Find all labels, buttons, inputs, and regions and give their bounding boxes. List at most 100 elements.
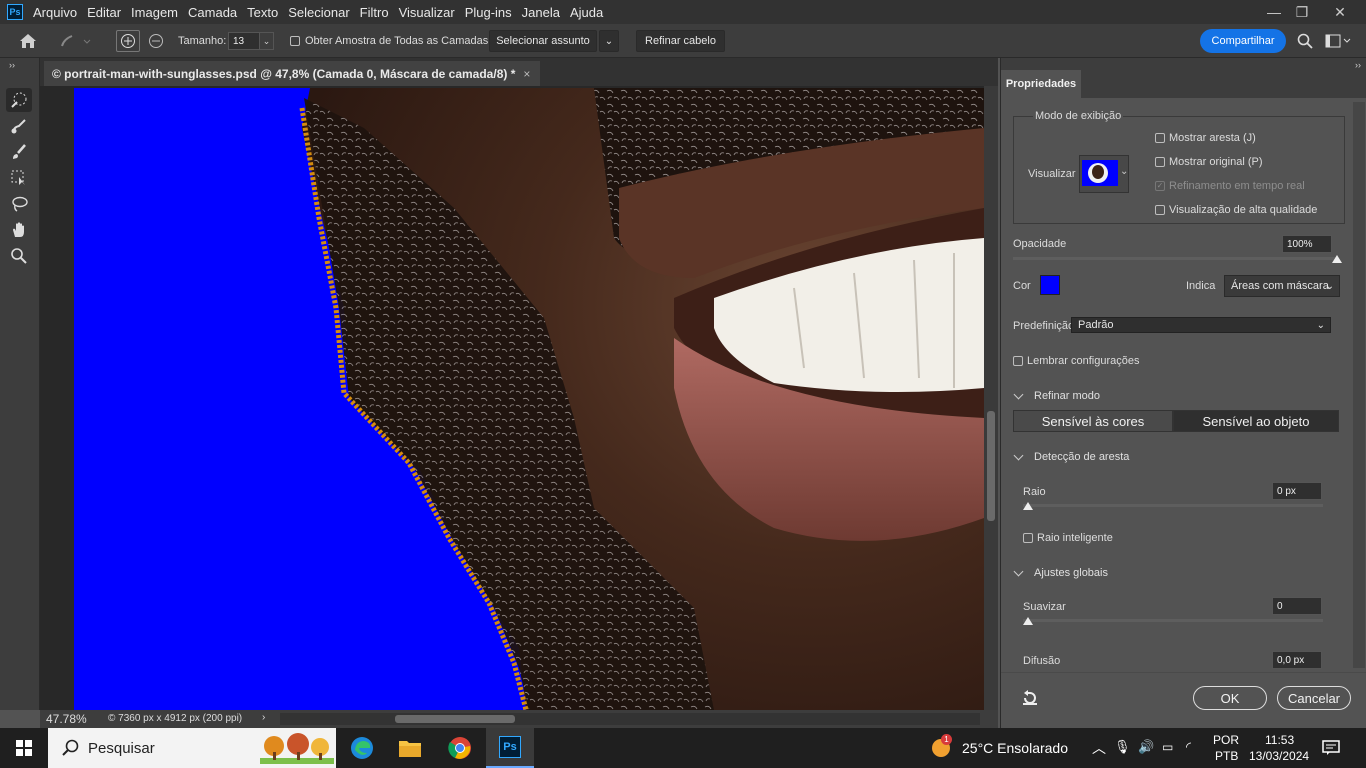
properties-scrollbar[interactable] bbox=[1353, 102, 1365, 668]
volume-icon[interactable]: 🔊 bbox=[1138, 739, 1154, 755]
zoom-level[interactable]: 47.78% bbox=[46, 712, 87, 726]
menu-texto[interactable]: Texto bbox=[247, 5, 278, 20]
panel-collapse-icon[interactable]: ›› bbox=[1351, 60, 1365, 70]
smart-radius-checkbox[interactable] bbox=[1023, 533, 1033, 543]
notifications-icon[interactable] bbox=[1322, 740, 1340, 756]
remember-settings-checkbox[interactable] bbox=[1013, 356, 1023, 366]
show-hidden-icons-icon[interactable]: ︿ bbox=[1092, 738, 1106, 758]
brush-preset-icon[interactable] bbox=[56, 30, 96, 52]
document-info: © 7360 px x 4912 px (200 ppi) bbox=[108, 713, 243, 724]
zoom-tool-icon[interactable] bbox=[6, 244, 32, 268]
photoshop-taskbar-icon[interactable]: Ps bbox=[486, 728, 534, 768]
sample-all-layers-checkbox[interactable] bbox=[290, 36, 300, 46]
restore-icon[interactable]: ❐ bbox=[1284, 0, 1320, 24]
smooth-input[interactable]: 0 bbox=[1272, 597, 1322, 615]
color-label: Cor bbox=[1013, 280, 1031, 292]
clock-time[interactable]: 11:53 bbox=[1265, 733, 1294, 747]
menu-imagem[interactable]: Imagem bbox=[131, 5, 178, 20]
show-original-checkbox[interactable] bbox=[1155, 157, 1165, 167]
preset-label: Predefinição bbox=[1013, 320, 1075, 332]
clock-date[interactable]: 13/03/2024 bbox=[1249, 749, 1309, 763]
workspace-icon[interactable] bbox=[1324, 32, 1352, 50]
battery-icon[interactable]: ▭ bbox=[1162, 740, 1173, 754]
ok-button[interactable]: OK bbox=[1193, 686, 1267, 710]
expand-collapse-icon[interactable]: ›› bbox=[4, 60, 20, 70]
radius-slider-thumb[interactable] bbox=[1023, 502, 1033, 510]
opacity-slider-track[interactable] bbox=[1013, 257, 1337, 260]
home-icon[interactable] bbox=[16, 30, 40, 52]
weather-badge: 1 bbox=[941, 734, 952, 745]
radius-slider-track[interactable] bbox=[1023, 504, 1323, 507]
weather-text[interactable]: 25°C Ensolarado bbox=[962, 740, 1068, 756]
edge-browser-icon[interactable] bbox=[338, 728, 386, 768]
weather-icon[interactable]: 1 bbox=[932, 734, 952, 757]
overlay-color-swatch[interactable] bbox=[1040, 275, 1060, 295]
smooth-slider-thumb[interactable] bbox=[1023, 617, 1033, 625]
canvas-area[interactable] bbox=[40, 86, 984, 710]
menu-visualizar[interactable]: Visualizar bbox=[399, 5, 455, 20]
chrome-browser-icon[interactable] bbox=[436, 728, 484, 768]
vertical-scrollbar-thumb[interactable] bbox=[987, 411, 995, 521]
menu-plugins[interactable]: Plug-ins bbox=[465, 5, 512, 20]
vertical-scrollbar[interactable] bbox=[984, 86, 998, 710]
taskbar-search-box[interactable]: Pesquisar bbox=[48, 728, 336, 768]
language-secondary[interactable]: PTB bbox=[1215, 749, 1238, 763]
info-chevron-icon[interactable]: › bbox=[262, 712, 265, 723]
preset-dropdown[interactable]: Padrão ⌄ bbox=[1071, 317, 1331, 333]
brush-tool-icon[interactable] bbox=[6, 140, 32, 164]
menu-selecionar[interactable]: Selecionar bbox=[288, 5, 349, 20]
reset-icon[interactable] bbox=[1019, 688, 1041, 708]
refine-mode-header[interactable]: Refinar modo bbox=[1013, 389, 1100, 402]
smooth-slider-track[interactable] bbox=[1023, 619, 1323, 622]
menu-janela[interactable]: Janela bbox=[522, 5, 560, 20]
tab-properties[interactable]: Propriedades bbox=[1001, 70, 1081, 98]
menu-camada[interactable]: Camada bbox=[188, 5, 237, 20]
close-icon[interactable]: ✕ bbox=[1322, 0, 1358, 24]
meet-now-icon[interactable]: 🎙 bbox=[1114, 739, 1131, 755]
high-quality-checkbox[interactable] bbox=[1155, 205, 1165, 215]
object-selection-tool-icon[interactable] bbox=[6, 166, 32, 190]
share-button[interactable]: Compartilhar bbox=[1200, 29, 1286, 53]
radius-input[interactable]: 0 px bbox=[1272, 482, 1322, 500]
document-tabs: © portrait-man-with-sunglasses.psd @ 47,… bbox=[40, 58, 998, 86]
cancel-button[interactable]: Cancelar bbox=[1277, 686, 1351, 710]
document-tab[interactable]: © portrait-man-with-sunglasses.psd @ 47,… bbox=[44, 61, 540, 86]
lasso-tool-icon[interactable] bbox=[6, 192, 32, 216]
refine-hair-button[interactable]: Refinar cabelo bbox=[636, 30, 725, 52]
object-aware-button[interactable]: Sensível ao objeto bbox=[1173, 410, 1339, 432]
opacity-input[interactable]: 100% bbox=[1282, 235, 1332, 253]
select-subject-button[interactable]: Selecionar assunto bbox=[489, 30, 597, 52]
horizontal-scrollbar-thumb[interactable] bbox=[395, 715, 515, 723]
menu-filtro[interactable]: Filtro bbox=[360, 5, 389, 20]
add-to-selection-icon[interactable] bbox=[116, 30, 140, 52]
view-mode-dropdown[interactable]: ⌄ bbox=[1079, 155, 1129, 193]
horizontal-scrollbar[interactable] bbox=[280, 713, 980, 725]
hand-tool-icon[interactable] bbox=[6, 218, 32, 242]
show-edge-checkbox[interactable] bbox=[1155, 133, 1165, 143]
quick-selection-tool-icon[interactable] bbox=[6, 88, 32, 112]
language-primary[interactable]: POR bbox=[1213, 733, 1239, 747]
size-input[interactable]: 13 bbox=[228, 32, 260, 50]
select-subject-chevron-icon[interactable]: ⌄ bbox=[599, 30, 619, 52]
edge-detection-header[interactable]: Detecção de aresta bbox=[1013, 450, 1129, 463]
file-explorer-icon[interactable] bbox=[386, 728, 434, 768]
close-tab-icon[interactable]: × bbox=[523, 67, 530, 81]
color-aware-button[interactable]: Sensível às cores bbox=[1013, 410, 1173, 432]
refine-edge-brush-icon[interactable] bbox=[6, 114, 32, 138]
windows-start-icon[interactable] bbox=[0, 728, 48, 768]
feather-input[interactable]: 0,0 px bbox=[1272, 651, 1322, 669]
subtract-from-selection-icon[interactable] bbox=[144, 30, 168, 52]
size-dropdown-chevron-icon[interactable]: ⌄ bbox=[259, 32, 274, 50]
realtime-refinement-label: Refinamento em tempo real bbox=[1169, 180, 1305, 192]
menu-editar[interactable]: Editar bbox=[87, 5, 121, 20]
opacity-slider-thumb[interactable] bbox=[1332, 255, 1342, 263]
show-edge-label: Mostrar aresta (J) bbox=[1169, 132, 1256, 144]
indicates-dropdown[interactable]: Áreas com máscara ⌄ bbox=[1224, 275, 1340, 297]
photo-canvas[interactable] bbox=[74, 88, 984, 710]
realtime-refinement-checkbox: ✓ bbox=[1155, 181, 1165, 191]
menu-ajuda[interactable]: Ajuda bbox=[570, 5, 603, 20]
menu-arquivo[interactable]: Arquivo bbox=[33, 5, 77, 20]
search-icon[interactable] bbox=[1296, 32, 1314, 50]
global-adjustments-header[interactable]: Ajustes globais bbox=[1013, 566, 1108, 579]
wifi-icon[interactable]: ◜ bbox=[1186, 739, 1191, 755]
